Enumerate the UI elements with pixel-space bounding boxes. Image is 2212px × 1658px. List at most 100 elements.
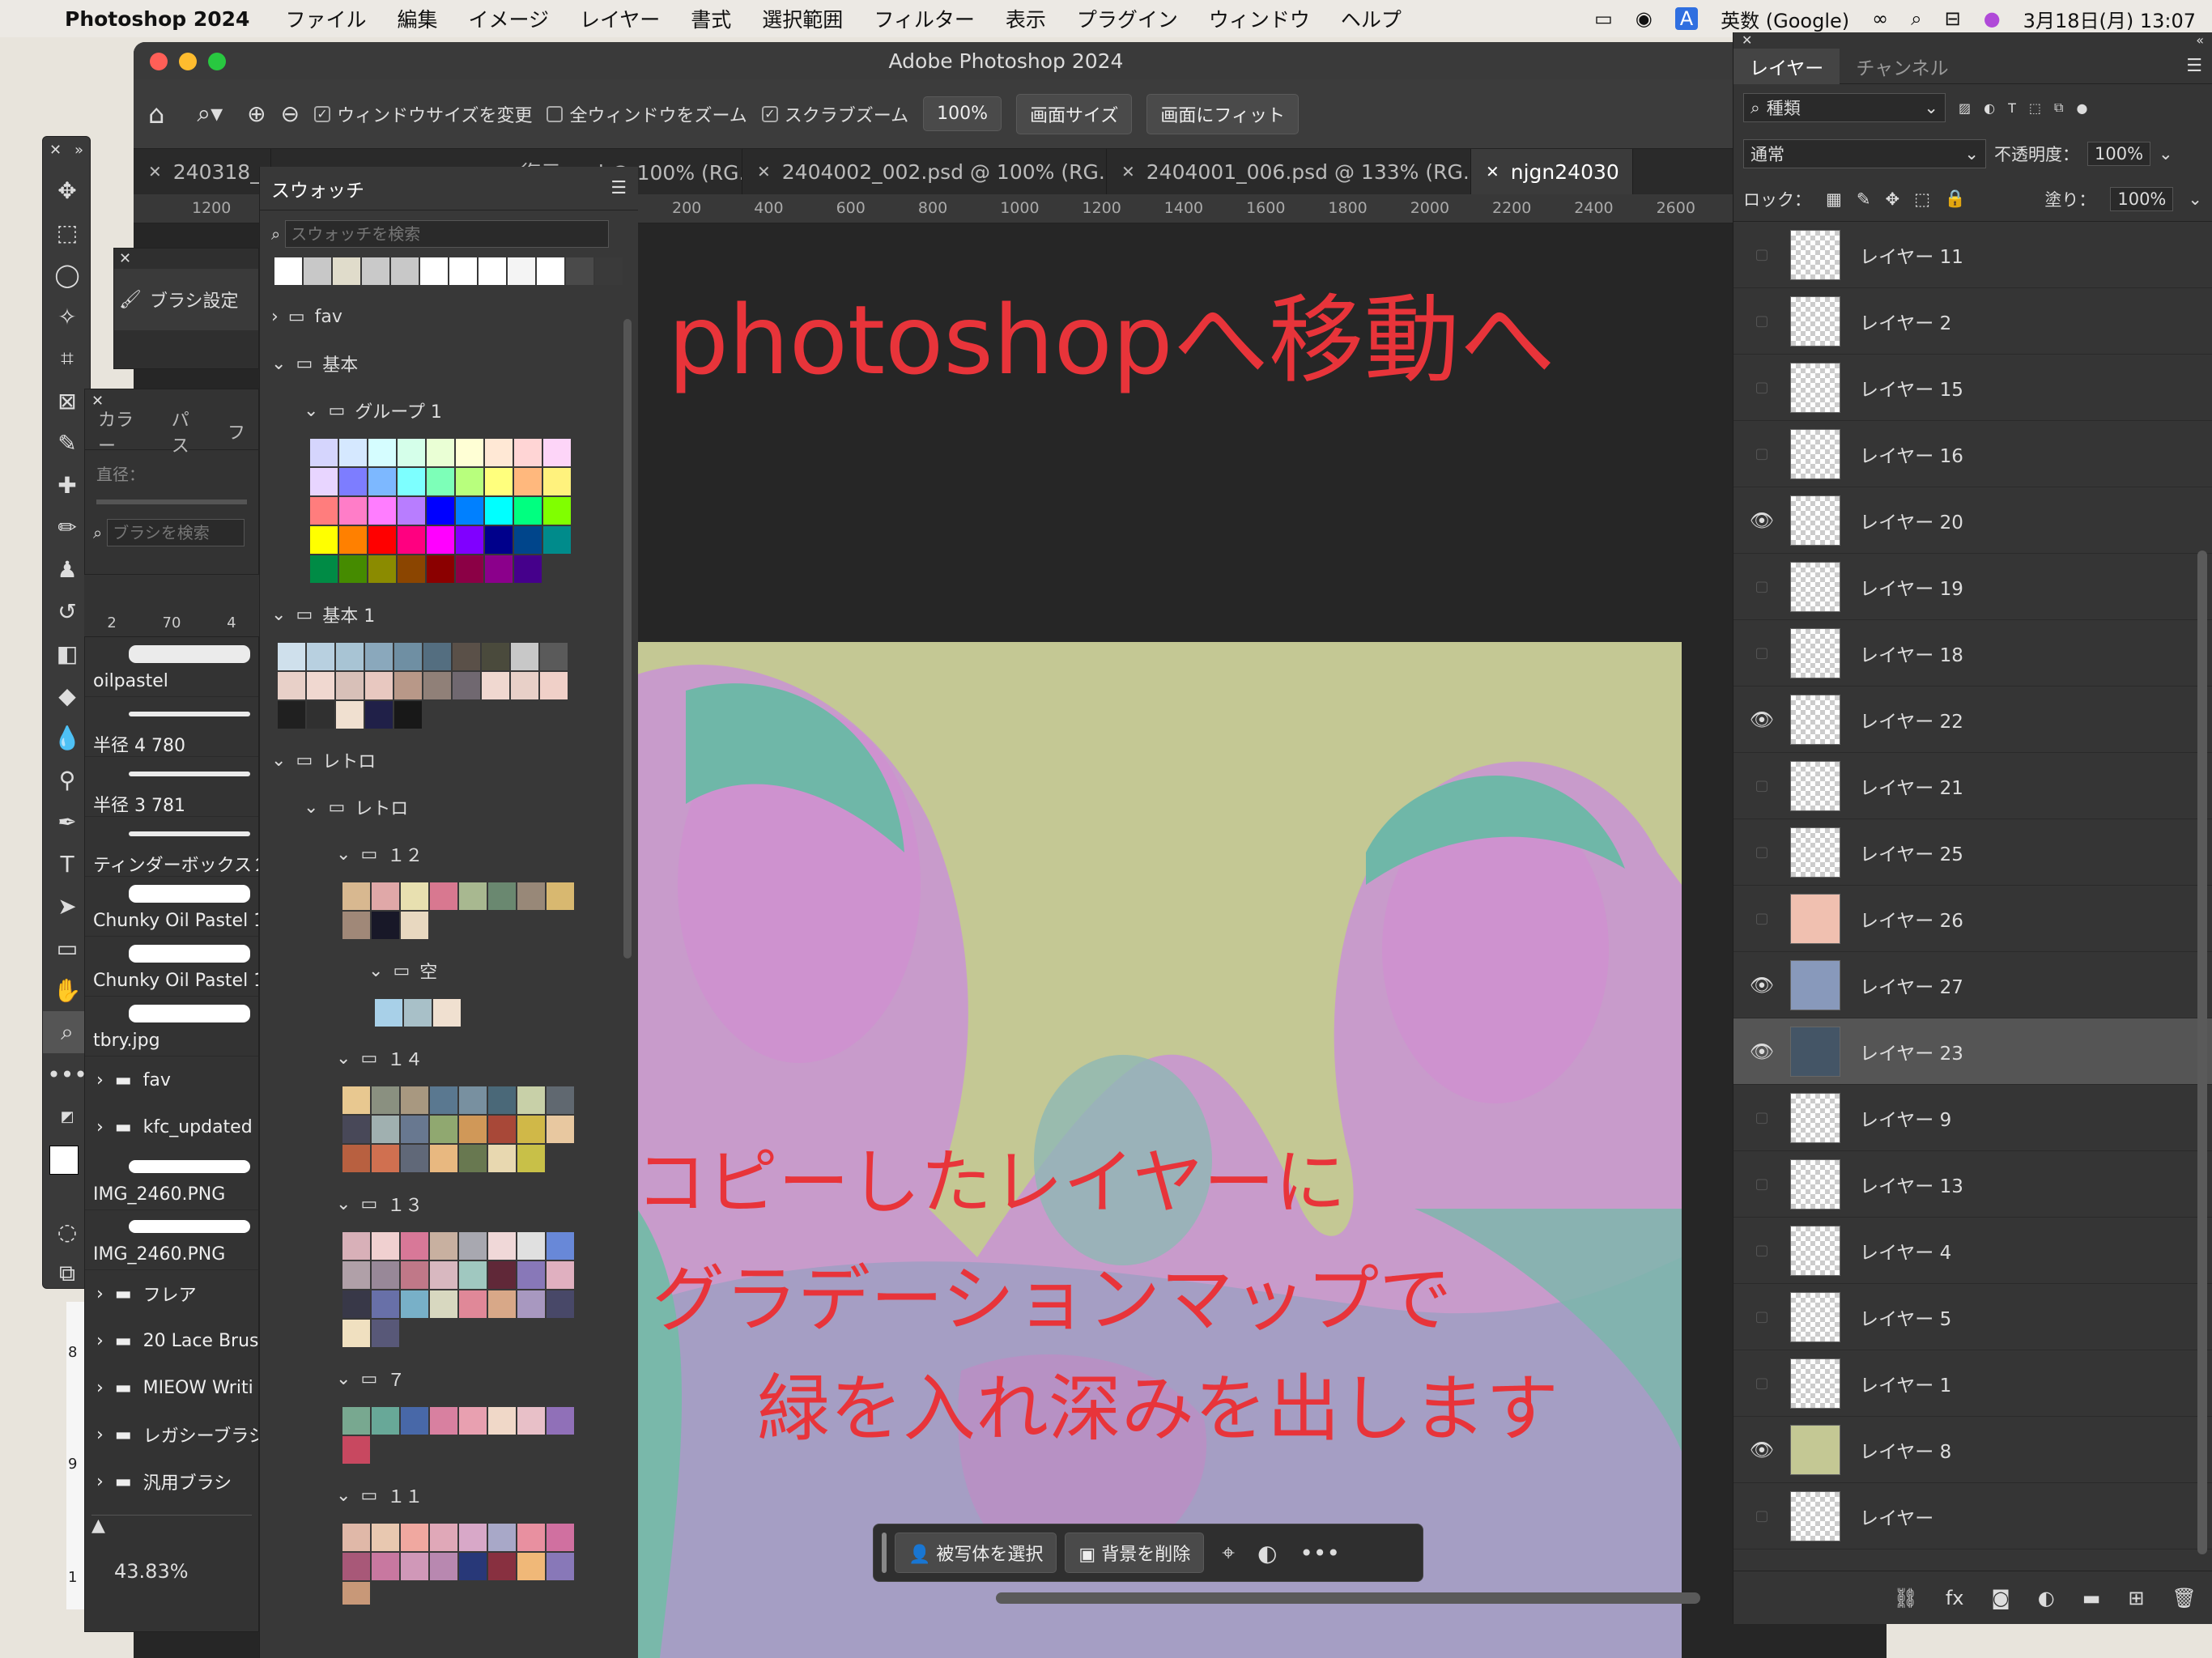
swatch[interactable] bbox=[368, 439, 396, 466]
blend-mode-select[interactable]: 通常 ⌄ bbox=[1743, 139, 1986, 168]
swatch[interactable] bbox=[398, 468, 425, 495]
layer-row[interactable]: ▢ レイヤー 26 bbox=[1733, 886, 2212, 952]
swatch[interactable] bbox=[394, 701, 422, 729]
swatch[interactable] bbox=[372, 1261, 399, 1289]
visibility-off-icon[interactable]: ▢ bbox=[1733, 1308, 1790, 1325]
swatch[interactable] bbox=[278, 701, 305, 729]
swatch[interactable] bbox=[310, 555, 338, 583]
delete-layer-icon[interactable]: 🗑 bbox=[2172, 1587, 2197, 1609]
swatch[interactable] bbox=[372, 1116, 399, 1143]
swatch[interactable] bbox=[342, 1582, 370, 1605]
swatch[interactable] bbox=[488, 1232, 516, 1260]
layer-row[interactable]: ▢ レイヤー 13 bbox=[1733, 1151, 2212, 1218]
swatch-folder[interactable]: ⌄ ▭ 基本 1 bbox=[260, 591, 638, 638]
swatch[interactable] bbox=[394, 672, 422, 699]
zoom-in-icon[interactable]: ⊕ bbox=[247, 100, 266, 127]
swatch[interactable] bbox=[540, 643, 568, 670]
layer-row[interactable]: ▢ レイヤー 18 bbox=[1733, 620, 2212, 687]
swatch[interactable] bbox=[420, 257, 448, 285]
layer-name[interactable]: レイヤー 23 bbox=[1860, 1038, 1963, 1065]
menu-window[interactable]: ウィンドウ bbox=[1209, 4, 1310, 33]
brush-folder[interactable]: › ▬ フレア bbox=[85, 1270, 258, 1317]
user-icon[interactable]: ◉ bbox=[1636, 7, 1653, 30]
color-swatches[interactable] bbox=[43, 1137, 90, 1210]
layer-row[interactable]: ▢ レイヤー 21 bbox=[1733, 753, 2212, 819]
swatch[interactable] bbox=[339, 497, 367, 525]
swatch[interactable] bbox=[368, 526, 396, 554]
swatch-folder[interactable]: ⌄ ▭ グループ 1 bbox=[260, 387, 638, 434]
layer-row[interactable]: ▢ レイヤー bbox=[1733, 1483, 2212, 1550]
swatch[interactable] bbox=[430, 1407, 457, 1435]
brush-settings-button[interactable]: 🖌 ブラシ設定 bbox=[114, 269, 258, 330]
swatch[interactable] bbox=[459, 1116, 487, 1143]
layer-row[interactable]: ▢ レイヤー 16 bbox=[1733, 421, 2212, 487]
lock-all-icon[interactable]: 🔒 bbox=[1945, 189, 1966, 209]
brush-folder[interactable]: › ▬ MIEOW Writi bbox=[85, 1364, 258, 1411]
layer-name[interactable]: レイヤー 4 bbox=[1860, 1237, 1951, 1265]
swatch[interactable] bbox=[398, 526, 425, 554]
swatch[interactable] bbox=[543, 468, 571, 495]
visibility-off-icon[interactable]: ▢ bbox=[1733, 644, 1790, 661]
swatch[interactable] bbox=[342, 882, 370, 910]
tab-brushes[interactable]: フ bbox=[228, 419, 245, 444]
zoom-window-button[interactable] bbox=[208, 53, 226, 70]
swatch[interactable] bbox=[488, 1524, 516, 1551]
lasso-tool-icon[interactable]: ◯ bbox=[43, 253, 91, 295]
swatch[interactable] bbox=[342, 1261, 370, 1289]
swatch[interactable] bbox=[543, 497, 571, 525]
new-group-icon[interactable]: ▬ bbox=[2082, 1587, 2101, 1609]
swatch[interactable] bbox=[517, 1553, 545, 1580]
swatch[interactable] bbox=[430, 1232, 457, 1260]
swatch[interactable] bbox=[310, 468, 338, 495]
swatch[interactable] bbox=[517, 1407, 545, 1435]
swatch[interactable] bbox=[401, 1116, 428, 1143]
brush-preset[interactable]: tbry.jpg bbox=[85, 997, 258, 1056]
layer-row[interactable]: ▢ レイヤー 1 bbox=[1733, 1350, 2212, 1417]
swatch[interactable] bbox=[307, 672, 334, 699]
swatch[interactable] bbox=[566, 257, 593, 285]
swatch-folder[interactable]: › ▭ fav bbox=[260, 293, 638, 340]
menu-filter[interactable]: フィルター bbox=[874, 4, 975, 33]
swatch-folder[interactable]: ⌄ ▭ レトロ bbox=[260, 784, 638, 831]
swatch[interactable] bbox=[372, 1232, 399, 1260]
swatch[interactable] bbox=[547, 1524, 574, 1551]
swatch[interactable] bbox=[372, 1407, 399, 1435]
swatch[interactable] bbox=[342, 1290, 370, 1318]
swatch[interactable] bbox=[459, 882, 487, 910]
layer-name[interactable]: レイヤー 15 bbox=[1860, 374, 1963, 402]
swatch[interactable] bbox=[514, 468, 542, 495]
layer-name[interactable]: レイヤー 25 bbox=[1860, 839, 1963, 866]
swatch[interactable] bbox=[482, 672, 509, 699]
zoom-100-button[interactable]: 100% bbox=[923, 96, 1002, 131]
layer-name[interactable]: レイヤー 8 bbox=[1860, 1436, 1951, 1464]
swatch[interactable] bbox=[423, 672, 451, 699]
tab-layers[interactable]: レイヤー bbox=[1733, 48, 1840, 84]
tab-document-5[interactable]: ✕ njgn24030 bbox=[1471, 149, 1633, 194]
swatch[interactable] bbox=[427, 555, 454, 583]
swatch[interactable] bbox=[401, 1145, 428, 1172]
layer-row[interactable]: ▢ レイヤー 2 bbox=[1733, 288, 2212, 355]
opacity-field[interactable]: 100% bbox=[2087, 142, 2151, 166]
swatch[interactable] bbox=[511, 643, 538, 670]
swatch[interactable] bbox=[488, 1116, 516, 1143]
swatch[interactable] bbox=[547, 1086, 574, 1114]
swatch[interactable] bbox=[482, 643, 509, 670]
swatch[interactable] bbox=[543, 439, 571, 466]
swatch[interactable] bbox=[595, 257, 623, 285]
swatch[interactable] bbox=[401, 1290, 428, 1318]
input-method-icon[interactable]: A bbox=[1674, 7, 1699, 30]
swatch[interactable] bbox=[547, 1290, 574, 1318]
filter-adjustment-icon[interactable]: ◐ bbox=[1984, 100, 1995, 116]
swatch[interactable] bbox=[547, 882, 574, 910]
swatch[interactable] bbox=[459, 1524, 487, 1551]
layer-name[interactable]: レイヤー 20 bbox=[1860, 507, 1963, 534]
swatch[interactable] bbox=[336, 672, 364, 699]
menu-view[interactable]: 表示 bbox=[1006, 4, 1046, 33]
link-icon[interactable]: ∞ bbox=[1872, 7, 1888, 30]
visibility-off-icon[interactable]: ▢ bbox=[1733, 379, 1790, 396]
swatch-folder[interactable]: ⌄ ▭ 基本 bbox=[260, 340, 638, 387]
swatch[interactable] bbox=[540, 672, 568, 699]
layer-row[interactable]: 👁 レイヤー 23 bbox=[1733, 1018, 2212, 1085]
swatch[interactable] bbox=[365, 701, 393, 729]
menu-layer[interactable]: レイヤー bbox=[580, 4, 660, 33]
